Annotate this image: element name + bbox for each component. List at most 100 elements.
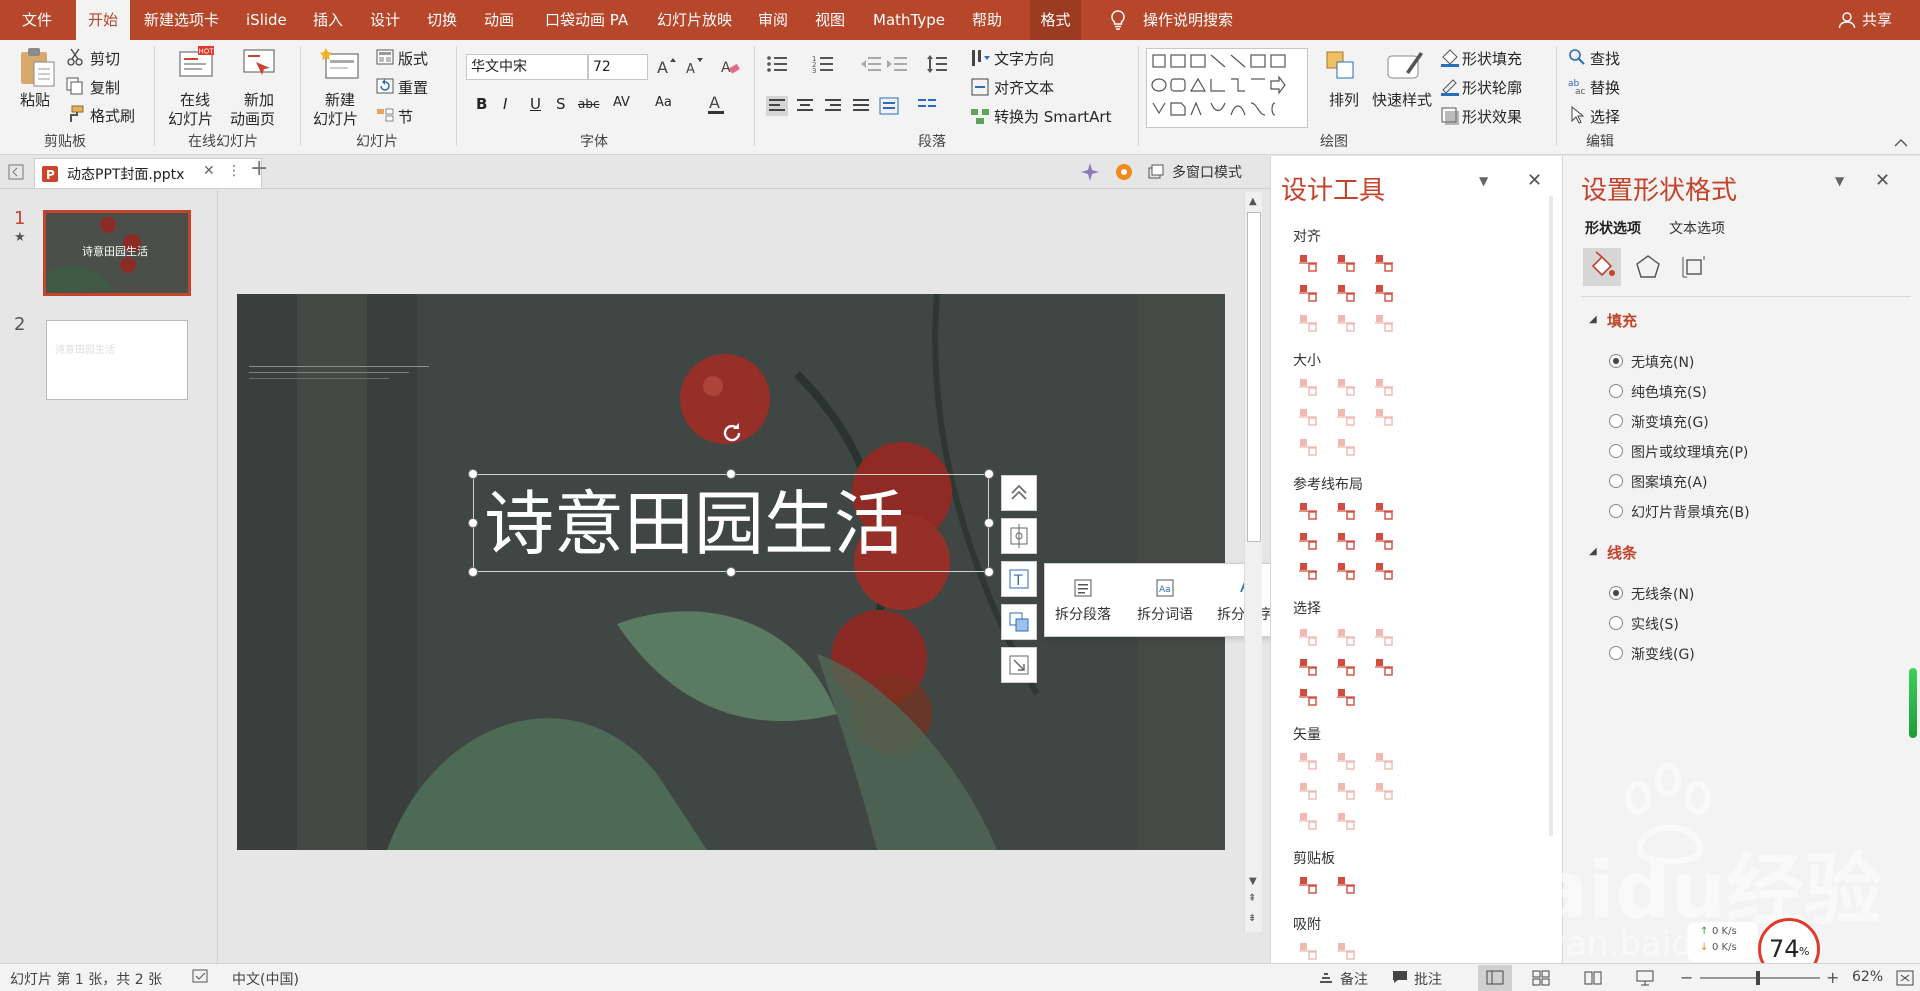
menu-insert[interactable]: 插入 <box>313 0 343 40</box>
zoom-slider[interactable] <box>1700 971 1820 985</box>
decrease-indent-icon[interactable] <box>860 54 882 74</box>
distribute-icon[interactable] <box>878 96 900 116</box>
notes-button[interactable]: 备注 <box>1340 969 1368 989</box>
radio-button[interactable] <box>1609 354 1623 368</box>
cut-button[interactable]: 剪切 <box>90 48 120 69</box>
design-tool-icon[interactable] <box>1297 436 1319 458</box>
design-tool-icon[interactable] <box>1297 252 1319 274</box>
bullets-icon[interactable] <box>766 54 788 74</box>
font-shrink-icon[interactable]: A <box>684 56 704 76</box>
design-tool-icon[interactable] <box>1335 406 1357 428</box>
tab-shape-options[interactable]: 形状选项 <box>1585 218 1641 238</box>
menu-islide[interactable]: iSlide <box>246 0 287 40</box>
radio-option-label[interactable]: 幻灯片背景填充(B) <box>1631 502 1750 522</box>
slide-sorter-icon[interactable] <box>1532 970 1550 986</box>
design-tool-icon[interactable] <box>1373 406 1395 428</box>
design-tool-icon[interactable] <box>1335 780 1357 802</box>
resize-handle[interactable] <box>726 567 736 577</box>
font-grow-icon[interactable]: A <box>656 56 676 76</box>
thumbnail-slide-2[interactable]: 诗意田园生活 <box>46 320 188 400</box>
split-paragraph-button[interactable]: 拆分段落 <box>1055 604 1111 624</box>
menu-transitions[interactable]: 切换 <box>427 0 457 40</box>
increase-indent-icon[interactable] <box>886 54 908 74</box>
convert-smartart-button[interactable]: 转换为 SmartArt <box>994 106 1111 127</box>
panel-menu-icon[interactable]: ▼ <box>1835 174 1844 188</box>
line-spacing-icon[interactable] <box>926 54 948 74</box>
collapse-line-icon[interactable]: ◢ <box>1589 546 1597 557</box>
design-tool-icon[interactable] <box>1335 626 1357 648</box>
line-section-header[interactable]: 线条 <box>1607 542 1637 563</box>
document-tab[interactable]: P 动态PPT封面.pptx ✕ ⋮ <box>34 158 262 188</box>
char-spacing-button[interactable]: AV <box>613 95 630 110</box>
resize-button[interactable] <box>1001 647 1037 683</box>
radio-option-label[interactable]: 图片或纹理填充(P) <box>1631 442 1748 462</box>
radio-option-label[interactable]: 无填充(N) <box>1631 352 1694 372</box>
menu-review[interactable]: 审阅 <box>758 0 788 40</box>
design-tool-icon[interactable] <box>1373 530 1395 552</box>
design-tool-icon[interactable] <box>1297 500 1319 522</box>
design-tool-icon[interactable] <box>1297 282 1319 304</box>
menu-help[interactable]: 帮助 <box>972 0 1002 40</box>
collapse-fill-icon[interactable]: ◢ <box>1589 314 1597 325</box>
text-direction-button[interactable]: 文字方向 <box>994 48 1054 69</box>
radio-option-label[interactable]: 实线(S) <box>1631 614 1679 634</box>
design-tool-icon[interactable] <box>1297 560 1319 582</box>
text-split-button[interactable]: T <box>1001 561 1037 597</box>
design-tool-icon[interactable] <box>1373 780 1395 802</box>
split-words-button[interactable]: 拆分词语 <box>1137 604 1193 624</box>
resize-handle[interactable] <box>984 518 994 528</box>
tell-me-search[interactable]: 操作说明搜索 <box>1143 0 1233 40</box>
radio-button[interactable] <box>1609 586 1623 600</box>
shape-effects-button[interactable]: 形状效果 <box>1462 106 1522 127</box>
menu-slideshow[interactable]: 幻灯片放映 <box>657 0 732 40</box>
design-tool-icon[interactable] <box>1297 530 1319 552</box>
shadow-button[interactable]: S <box>556 95 566 113</box>
menu-design[interactable]: 设计 <box>370 0 400 40</box>
design-tool-icon[interactable] <box>1335 376 1357 398</box>
online-slides-button-line2[interactable]: 幻灯片 <box>168 108 213 129</box>
select-button[interactable]: 选择 <box>1590 106 1620 127</box>
font-name-select[interactable]: 华文中宋 <box>466 54 588 80</box>
radio-option-label[interactable]: 纯色填充(S) <box>1631 382 1707 402</box>
new-animation-button-line2[interactable]: 动画页 <box>230 108 275 129</box>
align-left-icon[interactable] <box>766 96 788 116</box>
quick-styles-button[interactable]: 快速样式 <box>1372 89 1432 110</box>
tab-more-icon[interactable]: ⋮ <box>227 163 241 179</box>
menu-pocket-animation[interactable]: 口袋动画 PA <box>545 0 628 40</box>
new-slide-button-line2[interactable]: 幻灯片 <box>313 108 358 129</box>
justify-icon[interactable] <box>850 96 872 116</box>
new-tab-plus-icon[interactable]: + <box>250 156 268 181</box>
design-tool-icon[interactable] <box>1335 312 1357 334</box>
design-tool-icon[interactable] <box>1335 874 1357 896</box>
radio-button[interactable] <box>1609 504 1623 518</box>
design-tool-icon[interactable] <box>1373 282 1395 304</box>
fit-to-window-icon[interactable] <box>1896 970 1914 986</box>
design-tool-icon[interactable] <box>1297 656 1319 678</box>
share-button[interactable]: 共享 <box>1862 0 1892 40</box>
design-tool-icon[interactable] <box>1373 376 1395 398</box>
design-tool-icon[interactable] <box>1297 686 1319 708</box>
layer-button[interactable] <box>1001 604 1037 640</box>
close-panel-icon[interactable]: ✕ <box>1527 170 1542 191</box>
fill-section-header[interactable]: 填充 <box>1607 310 1637 331</box>
paste-button[interactable]: 粘贴 <box>20 89 50 110</box>
design-tool-icon[interactable] <box>1297 810 1319 832</box>
design-tool-icon[interactable] <box>1335 560 1357 582</box>
collapse-ribbon-icon[interactable] <box>1894 138 1908 148</box>
design-tool-icon[interactable] <box>1373 626 1395 648</box>
editor-scrollbar[interactable]: ▲ ▼ ⇞ ⇟ <box>1244 192 1262 932</box>
design-tool-icon[interactable] <box>1373 312 1395 334</box>
paste-icon[interactable] <box>18 46 56 88</box>
change-case-button[interactable]: Aa <box>655 95 672 110</box>
align-center-icon[interactable] <box>794 96 816 116</box>
design-tool-icon[interactable] <box>1335 750 1357 772</box>
zoom-slider-thumb[interactable] <box>1756 971 1760 985</box>
design-tool-icon[interactable] <box>1335 810 1357 832</box>
design-tool-icon[interactable] <box>1335 252 1357 274</box>
zoom-in-icon[interactable]: + <box>1826 968 1839 987</box>
resize-handle[interactable] <box>726 469 736 479</box>
design-tool-icon[interactable] <box>1373 252 1395 274</box>
thumbnail-slide-1[interactable]: 诗意田园生活 <box>43 210 191 296</box>
zoom-level[interactable]: 62% <box>1852 969 1883 985</box>
new-animation-button[interactable]: 新加 <box>244 89 274 110</box>
